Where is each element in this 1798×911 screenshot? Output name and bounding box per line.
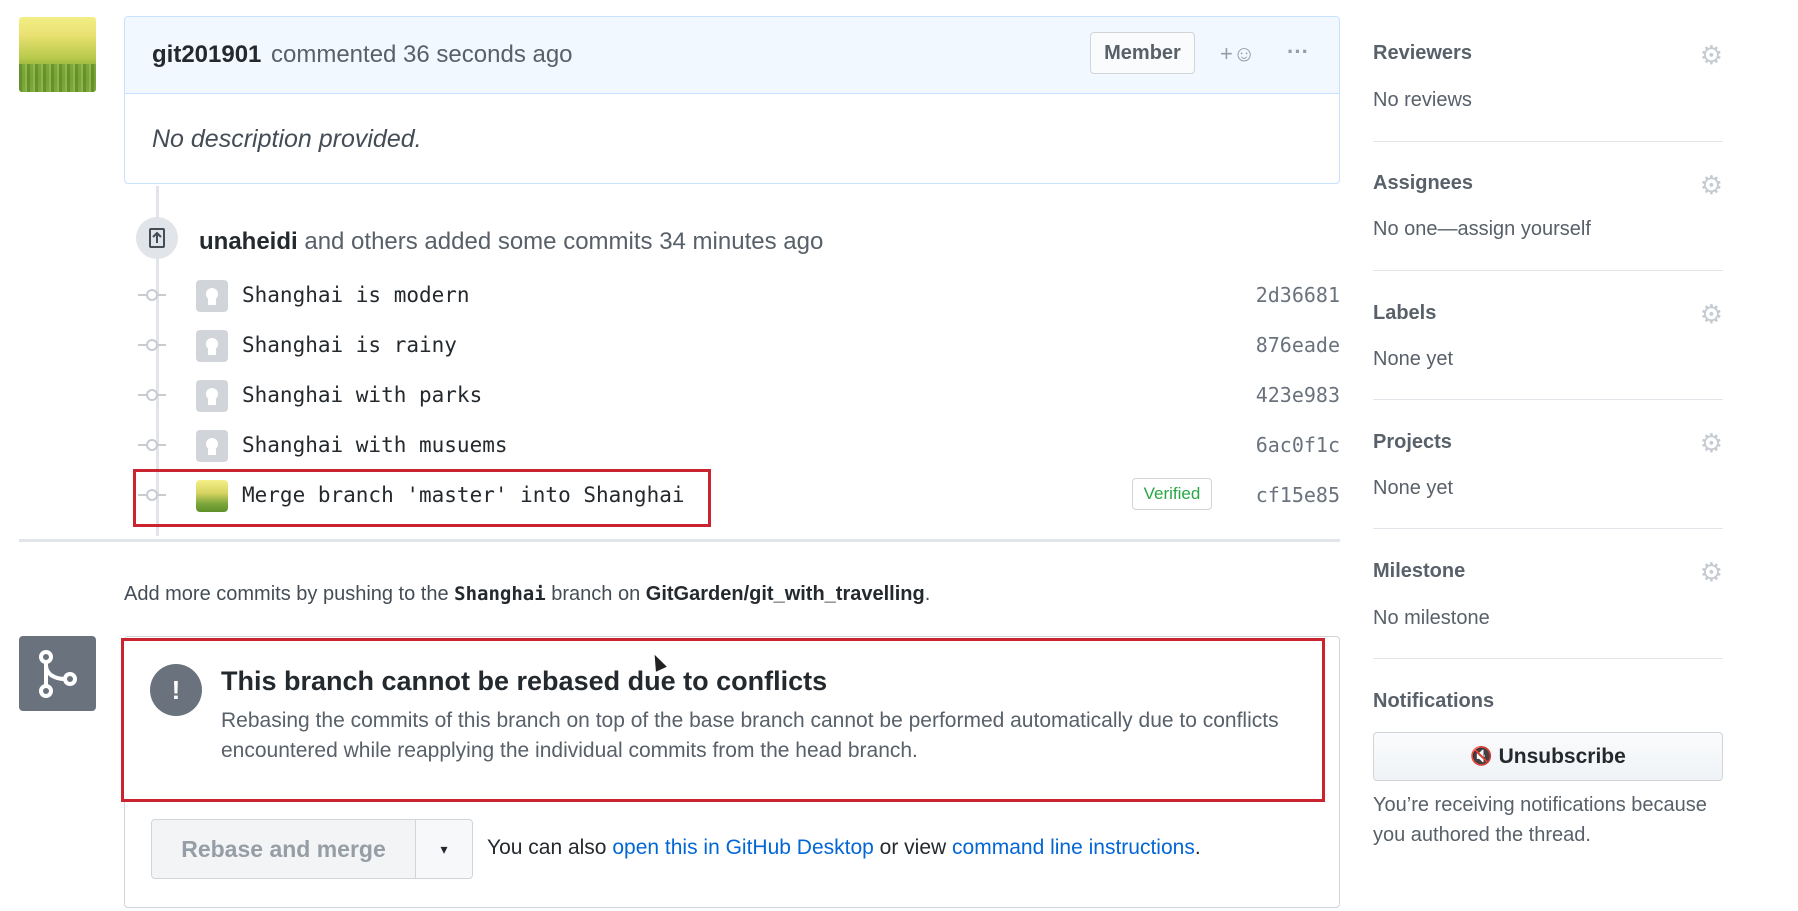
push-event-description: and others added some commits 34 minutes… xyxy=(304,228,824,255)
comment-body: No description provided. xyxy=(152,125,422,153)
commit-dot-icon xyxy=(138,389,166,401)
commit-message-link[interactable]: Shanghai with musuems xyxy=(242,433,508,457)
commit-message-link[interactable]: Shanghai is modern xyxy=(242,283,470,307)
push-hint-middle: branch on xyxy=(551,583,641,605)
commit-dot-icon xyxy=(138,439,166,451)
gear-icon[interactable]: ⚙ xyxy=(1700,170,1723,201)
command-line-instructions-link[interactable]: command line instructions xyxy=(952,836,1195,859)
sidebar-assignees-value[interactable]: No one—assign yourself xyxy=(1373,218,1591,241)
sidebar-milestone: Milestone ⚙ No milestone xyxy=(1373,529,1723,659)
commit-message-link[interactable]: Shanghai is rainy xyxy=(242,333,457,357)
sidebar-projects: Projects ⚙ None yet xyxy=(1373,400,1723,529)
gear-icon[interactable]: ⚙ xyxy=(1700,40,1723,71)
merge-alternatives-text: You can also open this in GitHub Desktop… xyxy=(487,836,1201,860)
gear-icon[interactable]: ⚙ xyxy=(1700,557,1723,588)
commit-sha-link[interactable]: 876eade xyxy=(1256,333,1340,357)
mute-icon: 🔇 xyxy=(1470,746,1493,766)
comment-timestamp[interactable]: commented 36 seconds ago xyxy=(271,41,573,69)
commit-row: Shanghai is rainy 876eade xyxy=(138,326,1340,366)
sidebar-projects-value: None yet xyxy=(1373,477,1454,499)
member-badge: Member xyxy=(1090,32,1195,74)
commit-row: Shanghai with musuems 6ac0f1c xyxy=(138,426,1340,466)
sidebar-milestone-value: No milestone xyxy=(1373,607,1490,629)
also-prefix: You can also xyxy=(487,836,607,859)
more-options-icon[interactable]: ··· xyxy=(1287,39,1317,69)
commit-author-avatar[interactable] xyxy=(196,380,228,412)
commit-author-avatar[interactable] xyxy=(196,280,228,312)
sidebar-assignees: Assignees ⚙ No one—assign yourself xyxy=(1373,142,1723,271)
commit-dot-icon xyxy=(138,339,166,351)
gear-icon[interactable]: ⚙ xyxy=(1700,299,1723,330)
verified-badge[interactable]: Verified xyxy=(1132,478,1212,510)
or-view-text: or view xyxy=(879,836,947,859)
commit-author-avatar[interactable] xyxy=(196,330,228,362)
push-hint-suffix: . xyxy=(924,583,931,605)
sidebar-labels: Labels ⚙ None yet xyxy=(1373,271,1723,400)
sidebar-labels-value: None yet xyxy=(1373,348,1454,370)
commit-sha-link[interactable]: 2d36681 xyxy=(1256,283,1340,307)
also-suffix: . xyxy=(1194,836,1201,859)
timeline-separator xyxy=(19,539,1340,542)
repo-push-icon xyxy=(136,217,178,259)
push-event-text: unaheidi and others added some commits 3… xyxy=(199,228,823,256)
conflict-title: This branch cannot be rebased due to con… xyxy=(221,666,828,696)
sidebar-reviewers: Reviewers ⚙ No reviews xyxy=(1373,0,1723,142)
unsubscribe-button[interactable]: 🔇 Unsubscribe xyxy=(1373,732,1723,781)
git-merge-icon xyxy=(19,636,96,711)
open-in-desktop-link[interactable]: open this in GitHub Desktop xyxy=(612,836,873,859)
commit-sha-link[interactable]: 6ac0f1c xyxy=(1256,433,1340,457)
comment-author-avatar[interactable] xyxy=(19,17,96,92)
sidebar-labels-title[interactable]: Labels xyxy=(1373,302,1436,325)
alert-icon: ! xyxy=(150,664,202,716)
add-reaction-icon[interactable]: +☺ xyxy=(1220,39,1268,69)
pr-description-comment: git201901 commented 36 seconds ago Membe… xyxy=(124,16,1340,184)
sidebar-milestone-title[interactable]: Milestone xyxy=(1373,560,1465,583)
repo-name: GitGarden/git_with_travelling xyxy=(645,583,925,605)
unsubscribe-label: Unsubscribe xyxy=(1498,744,1626,768)
conflict-description: Rebasing the commits of this branch on t… xyxy=(221,709,1279,762)
commit-sha-link[interactable]: 423e983 xyxy=(1256,383,1340,407)
comment-author-link[interactable]: git201901 xyxy=(152,41,261,69)
annotation-highlight-box xyxy=(133,469,711,527)
branch-name: Shanghai xyxy=(454,583,546,605)
gear-icon[interactable]: ⚙ xyxy=(1700,428,1723,459)
sidebar-reviewers-title[interactable]: Reviewers xyxy=(1373,42,1472,65)
sidebar-reviewers-value: No reviews xyxy=(1373,89,1472,111)
chevron-down-icon[interactable]: ▾ xyxy=(415,819,473,879)
sidebar-projects-title[interactable]: Projects xyxy=(1373,431,1452,454)
commit-author-avatar[interactable] xyxy=(196,430,228,462)
comment-header: git201901 commented 36 seconds ago Membe… xyxy=(125,17,1339,94)
notifications-reason-text: You’re receiving notifications because y… xyxy=(1373,794,1707,846)
push-author-link[interactable]: unaheidi xyxy=(199,228,298,255)
sidebar-notifications-title: Notifications xyxy=(1373,690,1495,712)
push-hint: Add more commits by pushing to the Shang… xyxy=(124,583,930,606)
rebase-and-merge-button[interactable]: Rebase and merge xyxy=(151,819,416,879)
commit-row: Shanghai is modern 2d36681 xyxy=(138,276,1340,316)
commit-dot-icon xyxy=(138,289,166,301)
commit-sha-link[interactable]: cf15e85 xyxy=(1256,483,1340,507)
sidebar-assignees-title[interactable]: Assignees xyxy=(1373,172,1473,195)
commit-message-link[interactable]: Shanghai with parks xyxy=(242,383,482,407)
push-hint-prefix: Add more commits by pushing to the xyxy=(124,583,449,605)
commit-row: Shanghai with parks 423e983 xyxy=(138,376,1340,416)
pr-sidebar: Reviewers ⚙ No reviews Assignees ⚙ No on… xyxy=(1373,0,1723,911)
